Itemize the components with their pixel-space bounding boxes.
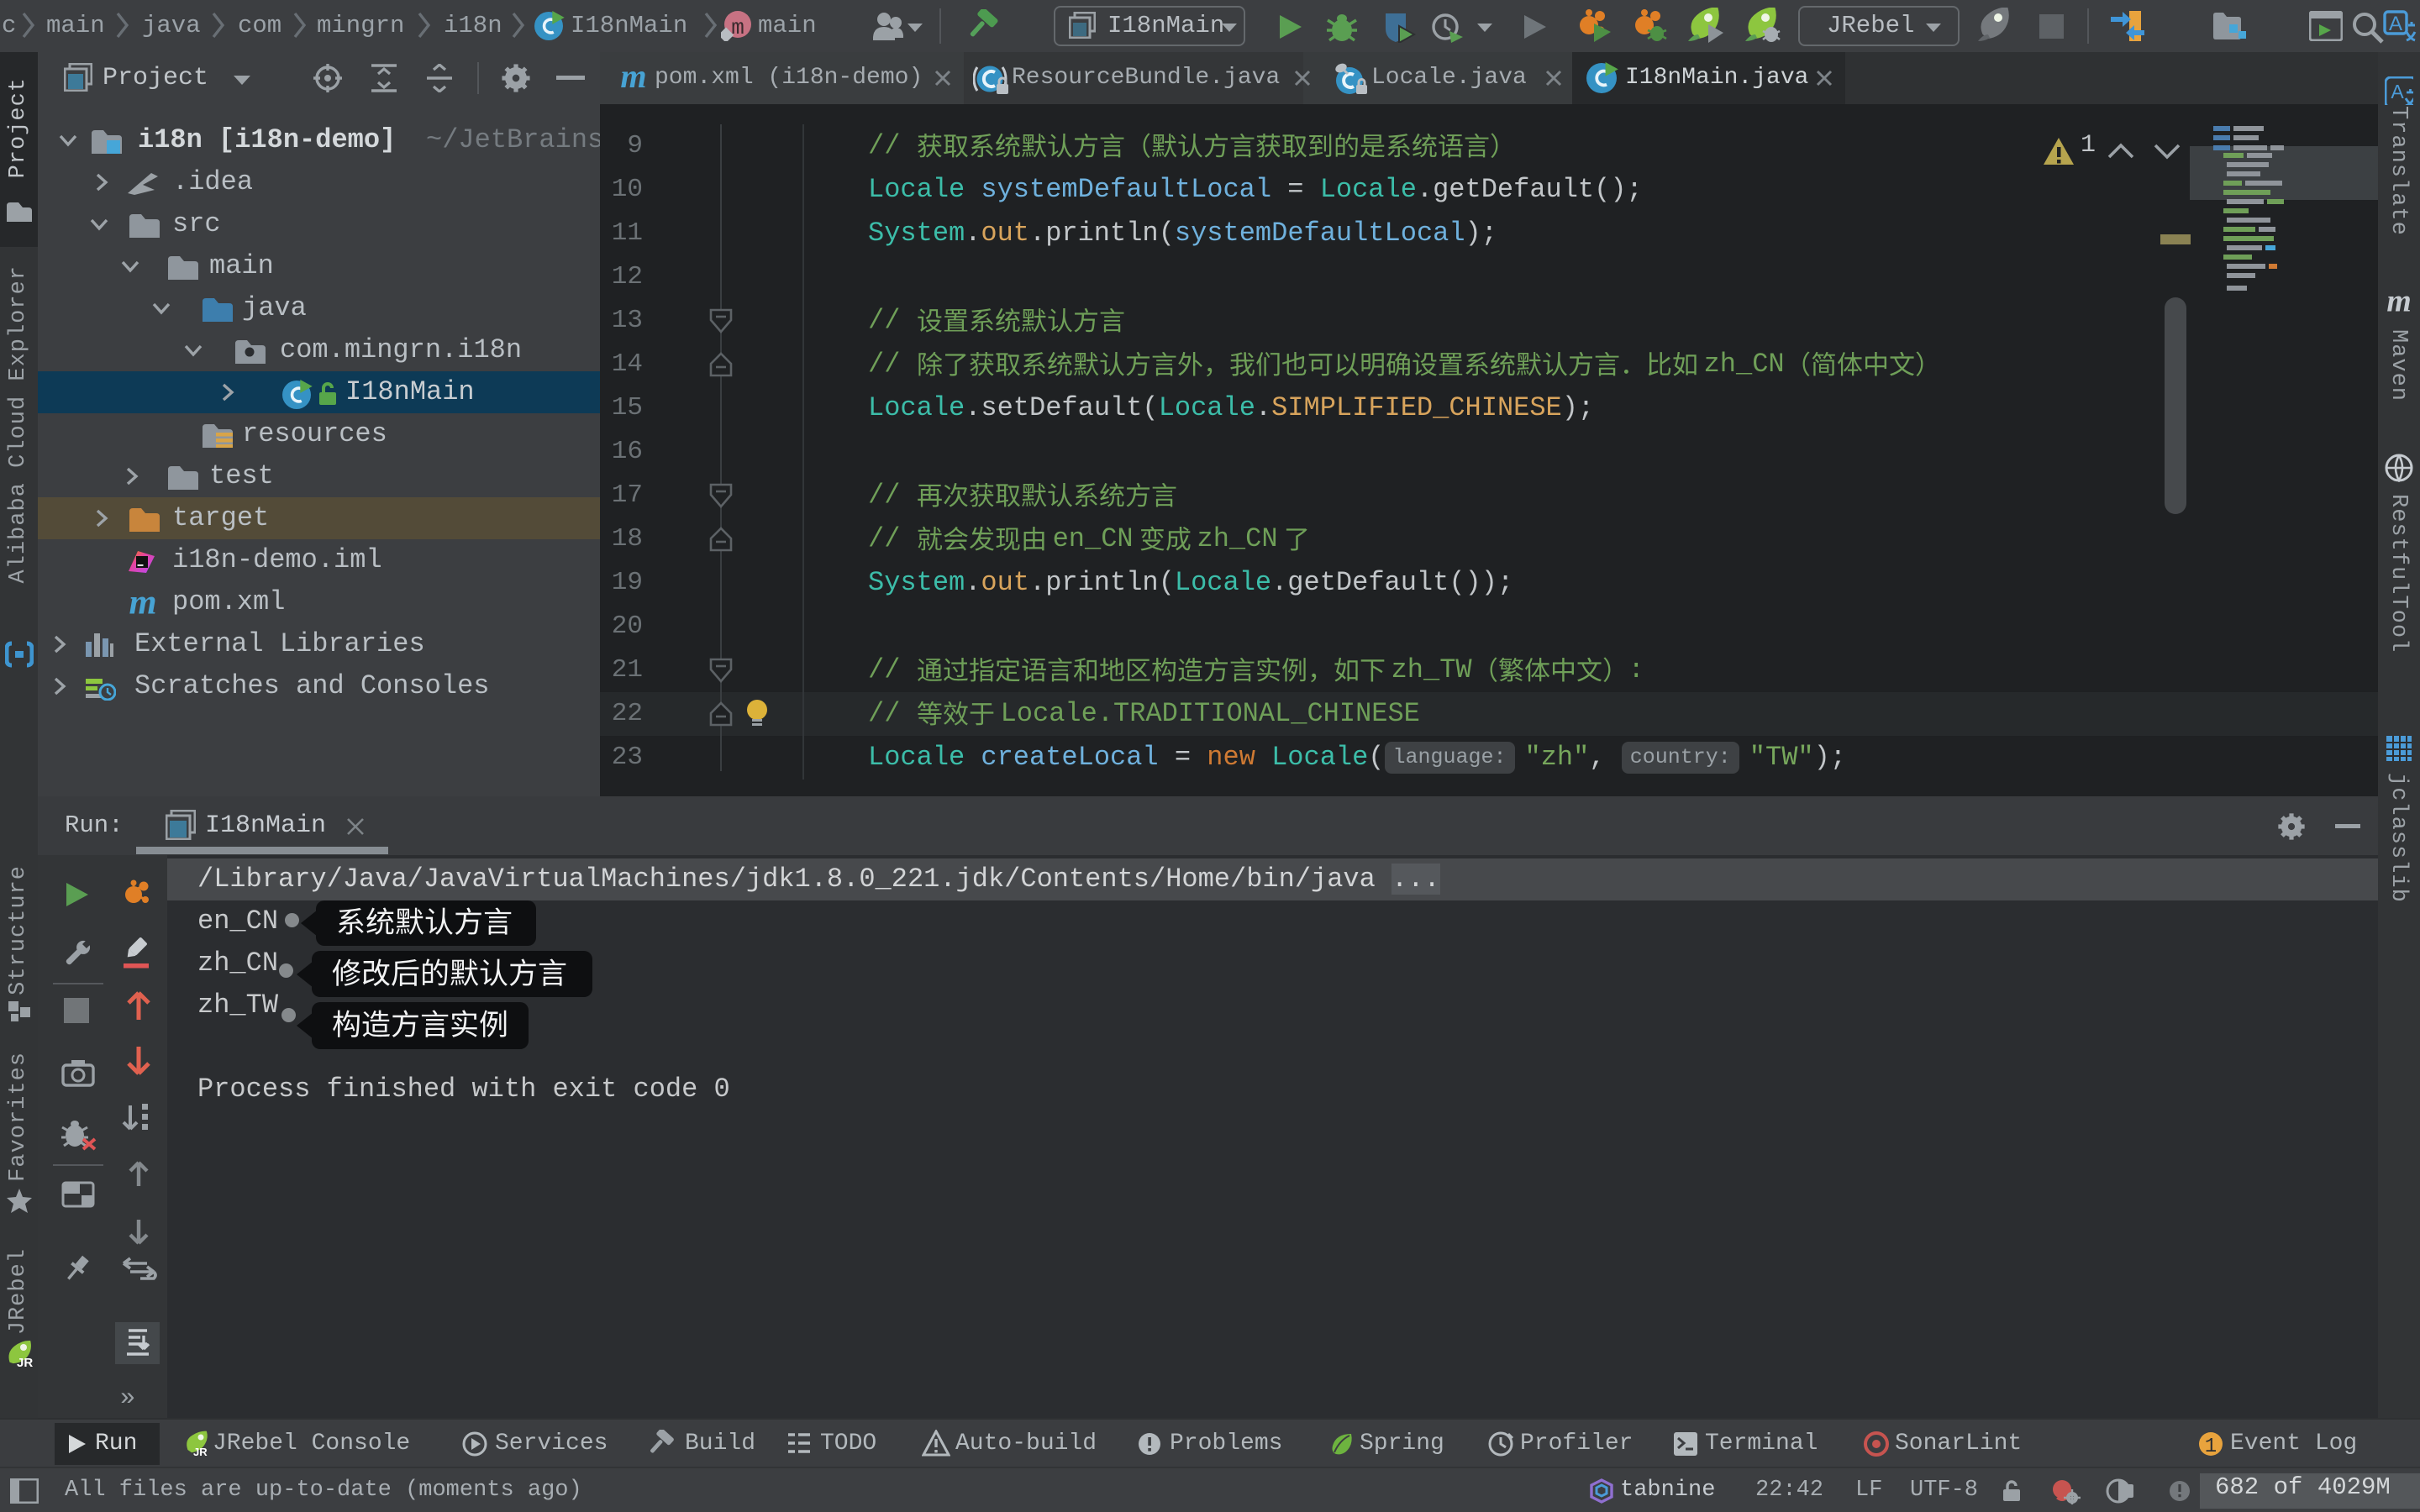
svg-text:JR: JR [17, 1356, 33, 1369]
svg-text:m: m [731, 15, 744, 40]
svg-text:m: m [2386, 289, 2411, 316]
svg-text:A: A [2389, 13, 2402, 35]
svg-text:JR: JR [193, 1446, 208, 1458]
svg-text:A: A [2391, 81, 2404, 102]
svg-text:1: 1 [2205, 1436, 2217, 1457]
svg-text:m: m [620, 64, 646, 92]
svg-text:m: m [129, 589, 156, 619]
